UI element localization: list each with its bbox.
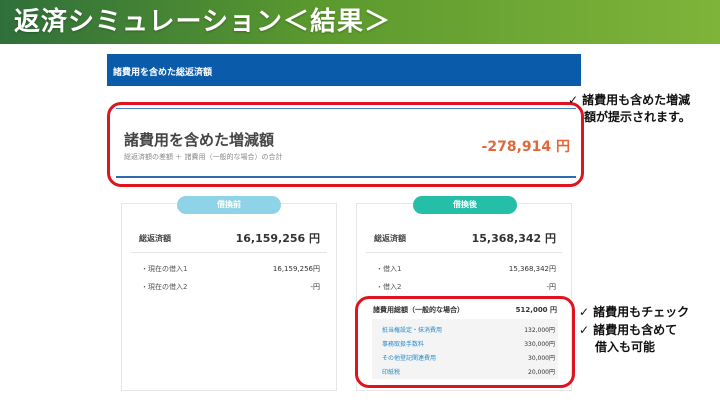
after-loan-2-value: -円 [546,283,556,291]
before-loan-1-label: ・現在の借入1 [141,265,188,273]
before-loan-2-label: ・現在の借入2 [141,283,188,291]
after-loan-1-label: ・借入1 [376,265,402,273]
before-divider [131,252,327,253]
checkmark-icon: ✓ [568,93,579,107]
highlight-fees-callout [355,296,575,388]
note-fees-check: ✓ 諸費用もチェック [579,304,689,321]
note-line: 諸費用もチェック [593,305,690,319]
before-total-value: 16,159,256 円 [235,232,320,245]
checkmark-icon: ✓ [579,305,590,319]
after-total-label: 総返済額 [374,234,406,243]
slide-title: 返済シミュレーション＜結果＞ [14,7,391,37]
note-line: 諸費用も含めて [593,323,678,337]
before-loan-2-value: -円 [310,283,320,291]
before-loan-1-value: 16,159,256円 [272,265,320,273]
before-refinance-badge: 借換前 [177,196,281,214]
before-total-label: 総返済額 [139,234,171,243]
after-divider [366,252,562,253]
note-line: 額が提示されます。 [584,110,691,124]
panel-header: 諸費用を含めた総返済額 [107,54,581,86]
checkmark-icon: ✓ [579,323,590,337]
after-loan-2-label: ・借入2 [376,283,402,291]
note-line: 諸費用も含めた増減 [582,93,691,107]
after-total-value: 15,368,342 円 [471,232,556,245]
after-loan-1-value: 15,368,342円 [508,265,556,273]
note-total-difference: ✓ 諸費用も含めた増減 額が提示されます。 [568,92,691,126]
highlight-total-callout [107,102,584,187]
after-refinance-badge: 借換後 [413,196,517,214]
note-fees-borrow: ✓ 諸費用も含めて 借入も可能 [579,322,677,356]
note-line: 借入も可能 [595,340,656,354]
